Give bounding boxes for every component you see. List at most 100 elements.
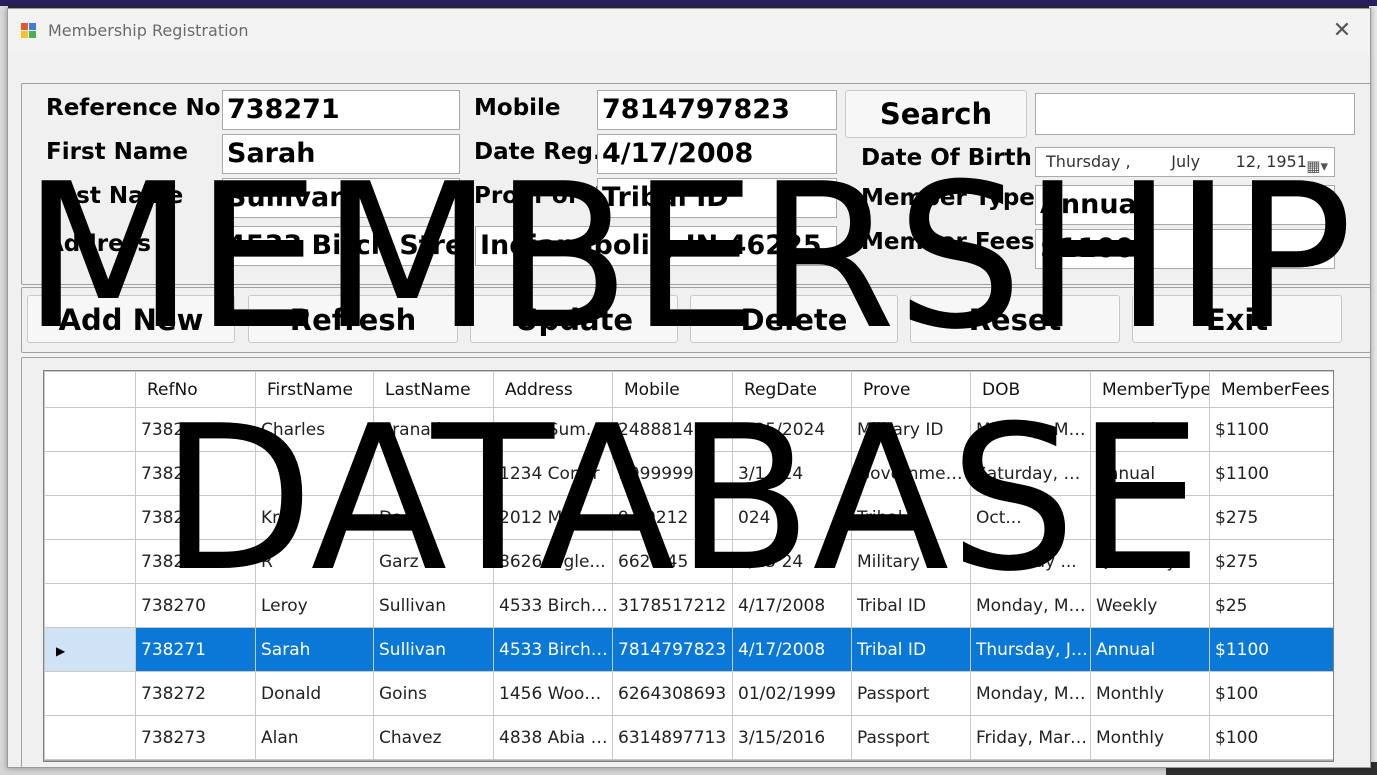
cell-dob[interactable]: Monday, Ma... [970, 583, 1091, 628]
column-header-memberfees[interactable]: MemberFees [1209, 371, 1333, 408]
cell-refno[interactable]: 7382 [135, 451, 256, 496]
table-row[interactable]: 7382 1234 Comfr 9999999 3/1 024 Government .… [44, 451, 1333, 496]
cell-membertype[interactable]: Annual [1090, 627, 1210, 672]
cell-firstname[interactable]: R [255, 539, 374, 584]
cell-mobile[interactable]: 6314897713 [612, 715, 733, 760]
cell-mobile[interactable]: 9 70212 [612, 495, 733, 540]
row-header[interactable] [44, 407, 136, 452]
members-datagrid[interactable]: RefNo FirstName LastName Address Mobile RegDa… [43, 370, 1334, 762]
close-icon[interactable]: ✕ [1326, 15, 1358, 47]
cell-lastname[interactable]: Da s [373, 495, 494, 540]
cell-mobile[interactable]: 9999999 [612, 451, 733, 496]
cell-membertype[interactable]: Monthly [1090, 715, 1210, 760]
address-field[interactable]: 4533 Birch Street [222, 226, 460, 266]
cell-lastname[interactable]: Goins [373, 671, 494, 716]
cell-firstname[interactable]: Kri a [255, 495, 374, 540]
cell-dob[interactable]: Monday, Mar... [970, 407, 1091, 452]
column-header-prove[interactable]: Prove [851, 371, 971, 408]
search-button[interactable]: Search [845, 90, 1027, 138]
member-fees-field[interactable]: $1100 [1035, 229, 1335, 269]
row-header[interactable] [44, 451, 136, 496]
cell-dob[interactable]: Monday, Ma... [970, 671, 1091, 716]
date-of-birth-picker[interactable]: Thursday , July 12, 1951 ▦▾ [1035, 147, 1335, 177]
cell-lastname[interactable]: Chavez [373, 715, 494, 760]
cell-lastname[interactable]: Granados [373, 407, 494, 452]
search-field[interactable] [1035, 93, 1355, 135]
update-button[interactable]: Update [470, 295, 678, 343]
cell-dob[interactable]: Thursday, Jul... [970, 627, 1091, 672]
cell-membertype[interactable]: Monthly [1090, 671, 1210, 716]
cell-refno[interactable]: 738272 [135, 671, 256, 716]
column-header-mobile[interactable]: Mobile [612, 371, 733, 408]
cell-firstname[interactable] [255, 451, 374, 496]
cell-address[interactable]: 1456 Woods... [493, 671, 613, 716]
cell-mobile[interactable]: 7814797823 [612, 627, 733, 672]
cell-refno[interactable]: 738255 [135, 407, 256, 452]
cell-dob[interactable]: Friday, Marc... [970, 715, 1091, 760]
cell-address[interactable]: 4533 Birch S... [493, 627, 613, 672]
row-header[interactable] [44, 671, 136, 716]
cell-memberfees[interactable]: $25 [1209, 583, 1333, 628]
cell-membertype[interactable]: Weekly [1090, 583, 1210, 628]
cell-prove[interactable]: Government .. [851, 451, 971, 496]
cell-refno[interactable]: 7382 [135, 539, 256, 584]
cell-memberfees[interactable]: $100 [1209, 671, 1333, 716]
refresh-button[interactable]: Refresh [248, 295, 458, 343]
cell-address[interactable]: 2012 Mor [493, 495, 613, 540]
cell-firstname[interactable]: Sarah [255, 627, 374, 672]
cell-prove[interactable]: Tribal [851, 495, 971, 540]
table-row[interactable]: ▶ 738271 Sarah Sullivan 4533 Birch S... 78147… [44, 627, 1333, 672]
calendar-dropdown-icon[interactable]: ▦▾ [1306, 152, 1328, 180]
row-header[interactable] [44, 583, 136, 628]
row-header[interactable] [44, 715, 136, 760]
cell-regdate[interactable]: 3/15/2016 [732, 715, 852, 760]
row-header[interactable]: ▶ [44, 627, 136, 672]
last-name-field[interactable]: Sullivan [222, 178, 460, 218]
column-header-address[interactable]: Address [493, 371, 613, 408]
cell-address[interactable]: 3959 Summit... [493, 407, 613, 452]
cell-firstname[interactable]: Leroy [255, 583, 374, 628]
cell-firstname[interactable]: Donald [255, 671, 374, 716]
cell-membertype[interactable] [1090, 495, 1210, 540]
cell-lastname[interactable] [373, 451, 494, 496]
cell-address[interactable]: 1234 Comfr [493, 451, 613, 496]
member-type-combobox[interactable]: Annual [1035, 185, 1335, 225]
cell-regdate[interactable]: 3/1 024 [732, 451, 852, 496]
exit-button[interactable]: Exit [1132, 295, 1342, 343]
cell-regdate[interactable]: 2/25/2024 [732, 407, 852, 452]
cell-regdate[interactable]: 4/17/2008 [732, 627, 852, 672]
cell-memberfees[interactable]: $100 [1209, 715, 1333, 760]
cell-dob[interactable]: Thursday ... [970, 539, 1091, 584]
cell-firstname[interactable]: Charles [255, 407, 374, 452]
cell-dob[interactable]: Saturday, Ma... [970, 451, 1091, 496]
row-header[interactable] [44, 539, 136, 584]
add-new-button[interactable]: Add New [27, 295, 235, 343]
column-header-dob[interactable]: DOB [970, 371, 1091, 408]
cell-memberfees[interactable]: $275 [1209, 495, 1333, 540]
cell-membertype[interactable]: Quarterly [1090, 539, 1210, 584]
cell-regdate[interactable]: 01/02/1999 [732, 671, 852, 716]
cell-lastname[interactable]: Sullivan [373, 627, 494, 672]
table-row[interactable]: 7382 R Garz 8626 T gle... 662 245 3/15 24 Mili… [44, 539, 1333, 584]
first-name-field[interactable]: Sarah [222, 134, 460, 174]
cell-lastname[interactable]: Garz [373, 539, 494, 584]
reset-button[interactable]: Reset [910, 295, 1120, 343]
table-row[interactable]: 738255CharlesGranados3959 Summit...24888… [44, 407, 1333, 452]
cell-dob[interactable]: Oct... [970, 495, 1091, 540]
cell-mobile[interactable]: 2488814941 [612, 407, 733, 452]
row-header[interactable] [44, 495, 136, 540]
table-row[interactable]: 738270 Leroy Sullivan 4533 Birch S... 317851… [44, 583, 1333, 628]
cell-prove[interactable]: Military ID [851, 407, 971, 452]
cell-prove[interactable]: Passport [851, 671, 971, 716]
cell-regdate[interactable]: 3/15 24 [732, 539, 852, 584]
cell-prove[interactable]: Military [851, 539, 971, 584]
cell-memberfees[interactable]: $1100 [1209, 451, 1333, 496]
column-header-lastname[interactable]: LastName [373, 371, 494, 408]
date-reg-field[interactable]: 4/17/2008 [597, 134, 837, 174]
cell-prove[interactable]: Passport [851, 715, 971, 760]
cell-mobile[interactable]: 6264308693 [612, 671, 733, 716]
cell-refno[interactable]: 738271 [135, 627, 256, 672]
cell-prove[interactable]: Tribal ID [851, 583, 971, 628]
address-line2-field[interactable]: Indianapolis, IN 46225 [475, 226, 837, 266]
mobile-field[interactable]: 7814797823 [597, 90, 837, 130]
